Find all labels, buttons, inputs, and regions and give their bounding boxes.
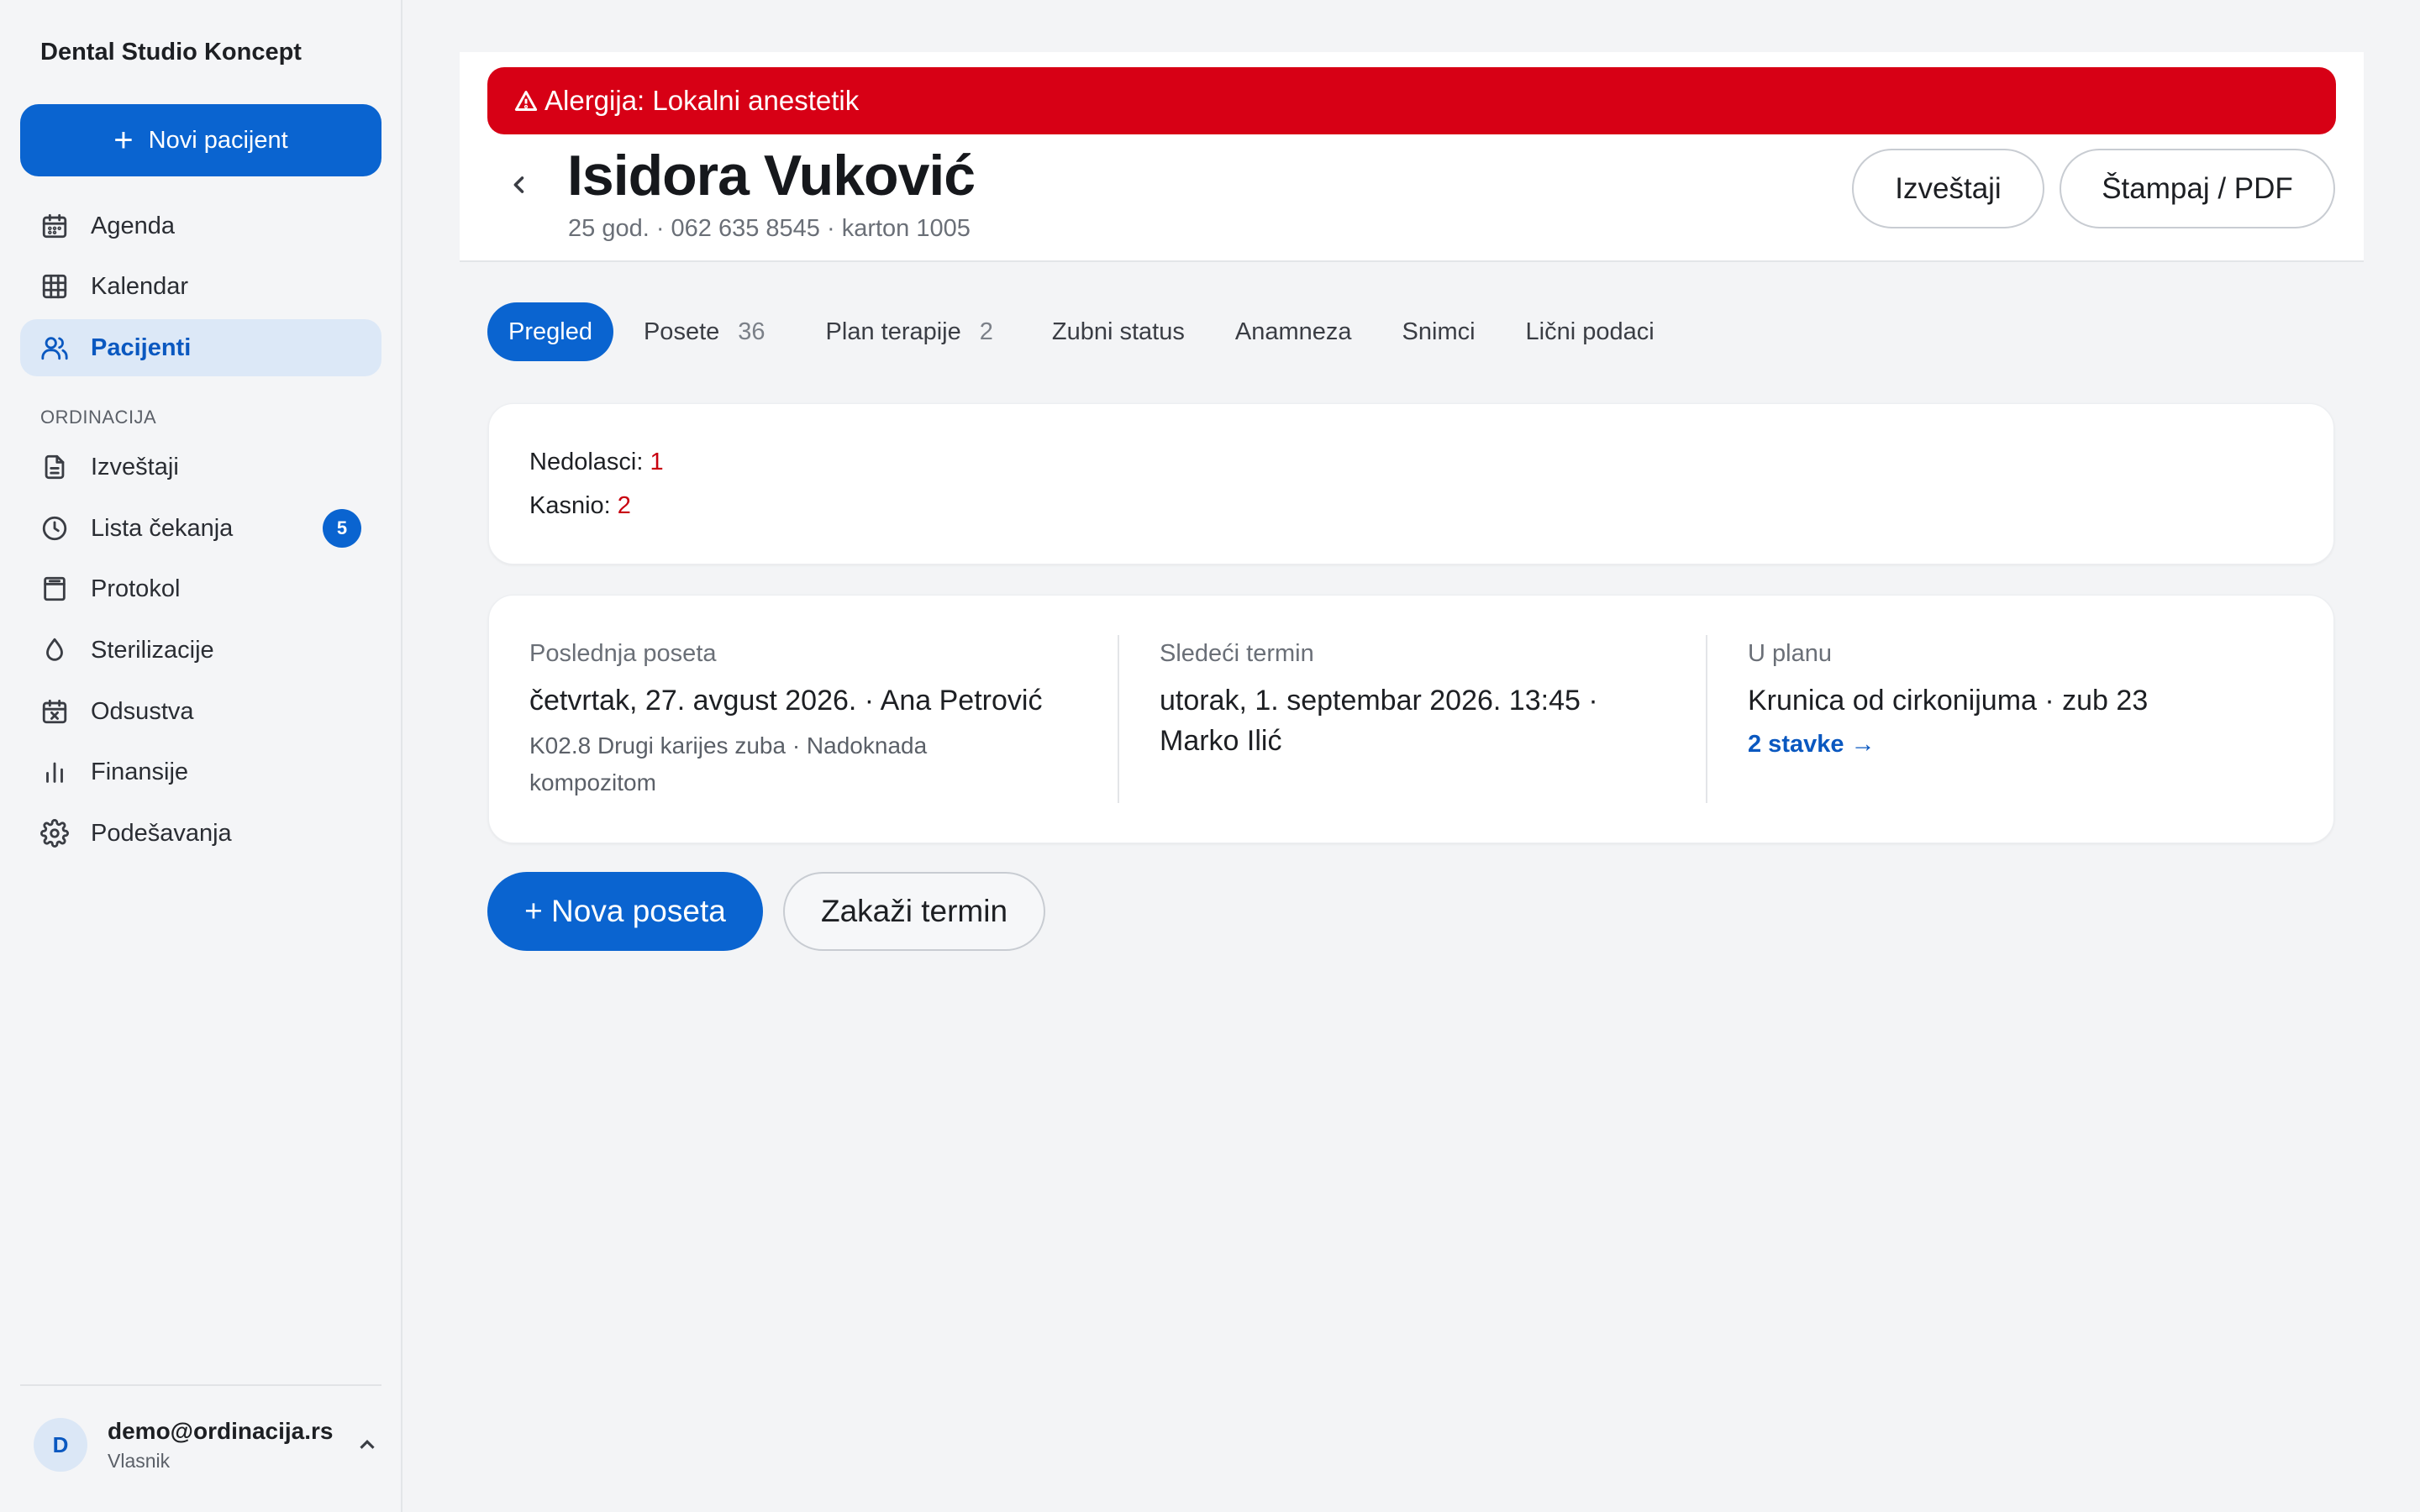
print-pdf-button[interactable]: Štampaj / PDF: [2060, 149, 2335, 228]
sidebar-item-label: Podešavanja: [91, 819, 232, 847]
sidebar-item-label: Finansije: [91, 758, 189, 785]
grid-calendar-icon: [39, 270, 71, 302]
reports-button[interactable]: Izveštaji: [1852, 149, 2044, 228]
sidebar-divider: [20, 1384, 381, 1386]
column-divider: [1706, 635, 1707, 803]
user-email: demo@ordinacija.rs: [108, 1417, 334, 1444]
clock-icon: [39, 512, 71, 544]
sidebar-item-label: Pacijenti: [91, 333, 192, 361]
archive-icon: [39, 573, 71, 605]
tab-label: Plan terapije: [825, 318, 961, 345]
tab-snimci[interactable]: Snimci: [1402, 302, 1476, 361]
late-value: 2: [617, 492, 631, 519]
plan-items-link[interactable]: 2 stavke →: [1748, 731, 1876, 759]
sidebar-item-label: Izveštaji: [91, 453, 179, 480]
last-visit-diagnosis: K02.8 Drugi karijes zuba · Nadoknada kom…: [529, 732, 928, 795]
tab-label: Lični podaci: [1525, 318, 1655, 345]
tab-zubni-status[interactable]: Zubni status: [1052, 302, 1185, 361]
no-shows-value: 1: [650, 449, 664, 475]
sidebar-item-lista-cekanja[interactable]: Lista čekanja 5: [20, 500, 381, 557]
sidebar-item-label: Protokol: [91, 575, 181, 602]
tab-plan-terapije[interactable]: Plan terapije 2: [826, 302, 993, 361]
tab-anamneza[interactable]: Anamneza: [1235, 302, 1352, 361]
plan-details: Krunica od cirkonijuma · zub 23: [1748, 685, 2149, 717]
tab-pregled[interactable]: Pregled: [487, 302, 613, 361]
waitlist-count-badge: 5: [323, 509, 361, 548]
last-visit-label: Poslednja poseta: [529, 640, 717, 667]
patient-name: Isidora Vuković: [567, 144, 976, 207]
sidebar-item-label: Lista čekanja: [91, 514, 234, 542]
sidebar-item-label: Kalendar: [91, 272, 189, 300]
user-menu[interactable]: D demo@ordinacija.rs Vlasnik: [20, 1411, 381, 1478]
section-label-ordinacija: ORDINACIJA: [40, 407, 157, 428]
no-shows-line: Nedolasci: 1: [529, 449, 664, 476]
new-visit-button[interactable]: + Nova poseta: [487, 872, 763, 951]
sidebar-item-label: Agenda: [91, 212, 175, 239]
plus-icon: +: [113, 122, 134, 159]
droplet-icon: [39, 634, 71, 666]
column-divider: [1118, 635, 1119, 803]
next-appointment-label: Sledeći termin: [1160, 640, 1314, 667]
next-appointment-details: utorak, 1. septembar 2026. 13:45 · Marko…: [1160, 685, 1598, 757]
sidebar-item-pacijenti[interactable]: Pacijenti: [20, 319, 381, 376]
patient-tabs: Pregled Posete 36 Plan terapije 2 Zubni …: [487, 302, 1655, 361]
patient-meta: 25 god. · 062 635 8545 · karton 1005: [568, 215, 971, 242]
calendar-x-icon: [39, 696, 71, 727]
tab-count: 36: [738, 318, 765, 345]
sidebar-item-podesavanja[interactable]: Podešavanja: [20, 805, 381, 862]
new-patient-button[interactable]: + Novi pacijent: [20, 104, 381, 176]
chevron-up-icon: [355, 1432, 380, 1457]
avatar: D: [34, 1418, 87, 1472]
allergy-text: Alergija: Lokalni anestetik: [544, 85, 860, 116]
tab-label: Snimci: [1402, 318, 1476, 345]
sidebar-item-agenda[interactable]: Agenda: [20, 197, 381, 255]
chevron-left-icon: [513, 176, 524, 193]
sidebar-item-odsustva[interactable]: Odsustva: [20, 683, 381, 740]
sidebar-item-kalendar[interactable]: Kalendar: [20, 258, 381, 315]
bar-chart-icon: [39, 756, 71, 788]
tab-posete[interactable]: Posete 36: [644, 302, 765, 361]
late-line: Kasnio: 2: [529, 492, 631, 520]
brand-name: Dental Studio Koncept: [40, 39, 302, 66]
tab-label: Zubni status: [1051, 318, 1185, 345]
warning-icon: [514, 91, 538, 111]
sidebar-item-sterilizacije[interactable]: Sterilizacije: [20, 622, 381, 679]
last-visit-details: četvrtak, 27. avgust 2026. · Ana Petrovi…: [529, 685, 1043, 717]
attendance-card: [488, 403, 2334, 564]
sidebar-item-label: Odsustva: [91, 697, 194, 725]
sidebar-item-izvestaji[interactable]: Izveštaji: [20, 438, 381, 496]
tab-label: Anamneza: [1234, 318, 1352, 345]
plan-label: U planu: [1748, 640, 1832, 667]
gear-icon: [39, 817, 71, 849]
new-patient-label: Novi pacijent: [148, 126, 288, 154]
tab-label: Pregled: [508, 318, 592, 345]
sidebar-item-finansije[interactable]: Finansije: [20, 743, 381, 801]
schedule-appointment-button[interactable]: Zakaži termin: [783, 872, 1045, 951]
users-icon: [39, 332, 71, 364]
tab-label: Posete: [643, 318, 720, 345]
sidebar-item-label: Sterilizacije: [91, 636, 214, 664]
back-button[interactable]: [504, 168, 534, 202]
no-shows-label: Nedolasci:: [529, 449, 644, 475]
allergy-alert: Alergija: Lokalni anestetik: [487, 67, 2336, 134]
late-label: Kasnio:: [529, 492, 611, 519]
file-text-icon: [39, 451, 71, 483]
sidebar-item-protokol[interactable]: Protokol: [20, 560, 381, 617]
user-role: Vlasnik: [108, 1449, 171, 1472]
sidebar: Dental Studio Koncept + Novi pacijent Ag…: [0, 0, 402, 1512]
tab-count: 2: [979, 318, 993, 345]
tab-licni-podaci[interactable]: Lični podaci: [1526, 302, 1655, 361]
calendar-icon: [39, 210, 71, 242]
